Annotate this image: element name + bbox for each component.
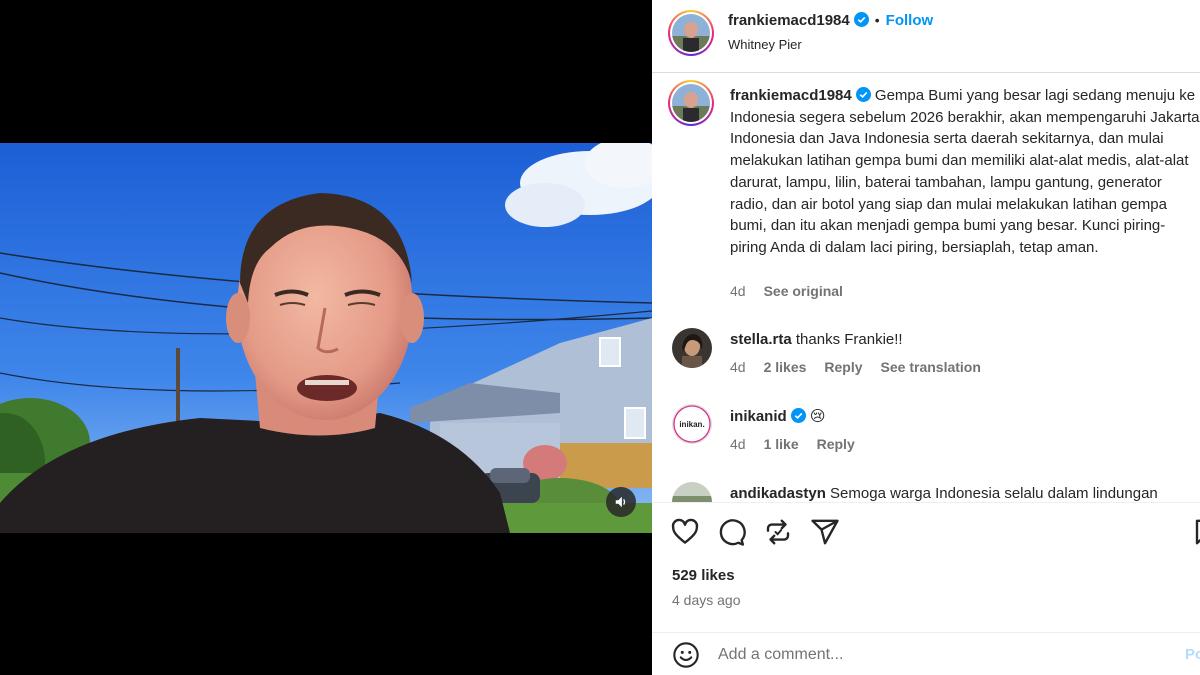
avatar-logo-text: inikan.: [679, 419, 705, 429]
avatar-image: [672, 482, 712, 502]
video-player[interactable]: [0, 143, 652, 533]
comment-time: 4d: [730, 436, 746, 452]
post-comment-button[interactable]: Post: [1185, 646, 1200, 663]
avatar-image: [672, 14, 710, 52]
comments-section[interactable]: frankiemacd1984 Gempa Bumi yang besar la…: [652, 74, 1200, 502]
commenter-username[interactable]: andikadastyn: [730, 485, 826, 502]
caption-avatar[interactable]: [668, 80, 714, 126]
commenter-avatar[interactable]: inikan.: [672, 404, 712, 444]
add-comment-bar: Post: [652, 632, 1200, 675]
comment-likes[interactable]: 1 like: [764, 436, 799, 452]
caption-text: Gempa Bumi yang besar lagi sedang menuju…: [730, 87, 1200, 256]
heart-icon[interactable]: [670, 517, 700, 547]
commenter-avatar[interactable]: [672, 328, 712, 368]
likes-count[interactable]: 529 likes: [672, 567, 735, 584]
location-link[interactable]: Whitney Pier: [728, 37, 802, 52]
commenter-username[interactable]: inikanid: [730, 408, 787, 425]
comment-item: stella.rta thanks Frankie!! 4d 2 likes Rep…: [652, 326, 1200, 386]
post-header: frankiemacd1984 • Follow Whitney Pier: [652, 0, 1200, 73]
commenter-username[interactable]: stella.rta: [730, 331, 792, 348]
comment-meta: 4d 2 likes Reply See translation: [730, 359, 999, 375]
post-sidebar: frankiemacd1984 • Follow Whitney Pier fran…: [652, 0, 1200, 675]
share-icon[interactable]: [810, 517, 840, 547]
emoji-icon[interactable]: [672, 641, 700, 669]
comment-text: Semoga warga Indonesia selalu dalam lind…: [830, 485, 1158, 502]
comment-item: andikadastyn Semoga warga Indonesia sela…: [652, 480, 1200, 502]
comment-icon[interactable]: [716, 517, 746, 547]
post-media: [0, 0, 652, 675]
speaker-icon: [615, 496, 626, 508]
caption: frankiemacd1984 Gempa Bumi yang besar la…: [730, 85, 1200, 259]
video-frame: [0, 143, 652, 533]
comment-text: thanks Frankie!!: [795, 331, 903, 348]
reply-button[interactable]: Reply: [824, 359, 862, 375]
see-original-link[interactable]: See original: [764, 283, 843, 299]
reply-button[interactable]: Reply: [817, 436, 855, 452]
repost-icon[interactable]: [763, 517, 793, 547]
comment-text: 😢: [809, 408, 826, 425]
comment-time: 4d: [730, 359, 746, 375]
action-bar: 529 likes 4 days ago: [652, 502, 1200, 632]
author-username[interactable]: frankiemacd1984: [728, 12, 850, 29]
comment-meta: 4d 1 like Reply: [730, 436, 873, 452]
mute-button[interactable]: [606, 487, 636, 517]
bookmark-icon[interactable]: [1192, 517, 1200, 547]
comment-item: inikan. inikanid 😢 4d 1 like Reply: [652, 402, 1200, 462]
author-avatar[interactable]: [668, 10, 714, 56]
post-timestamp: 4 days ago: [672, 592, 741, 608]
verified-badge-icon: [855, 87, 871, 102]
separator-dot: •: [874, 12, 880, 28]
comment-likes[interactable]: 2 likes: [764, 359, 807, 375]
caption-time: 4d: [730, 283, 746, 299]
commenter-avatar[interactable]: [672, 482, 712, 502]
avatar-image: [672, 328, 712, 368]
comment-input[interactable]: [718, 643, 1158, 667]
avatar-image: [672, 84, 710, 122]
see-translation-link[interactable]: See translation: [881, 359, 981, 375]
verified-badge-icon: [790, 408, 806, 423]
caption-username[interactable]: frankiemacd1984: [730, 87, 852, 104]
follow-button[interactable]: Follow: [886, 12, 934, 29]
caption-meta: 4d See original: [730, 283, 861, 299]
verified-badge-icon: [853, 12, 869, 27]
